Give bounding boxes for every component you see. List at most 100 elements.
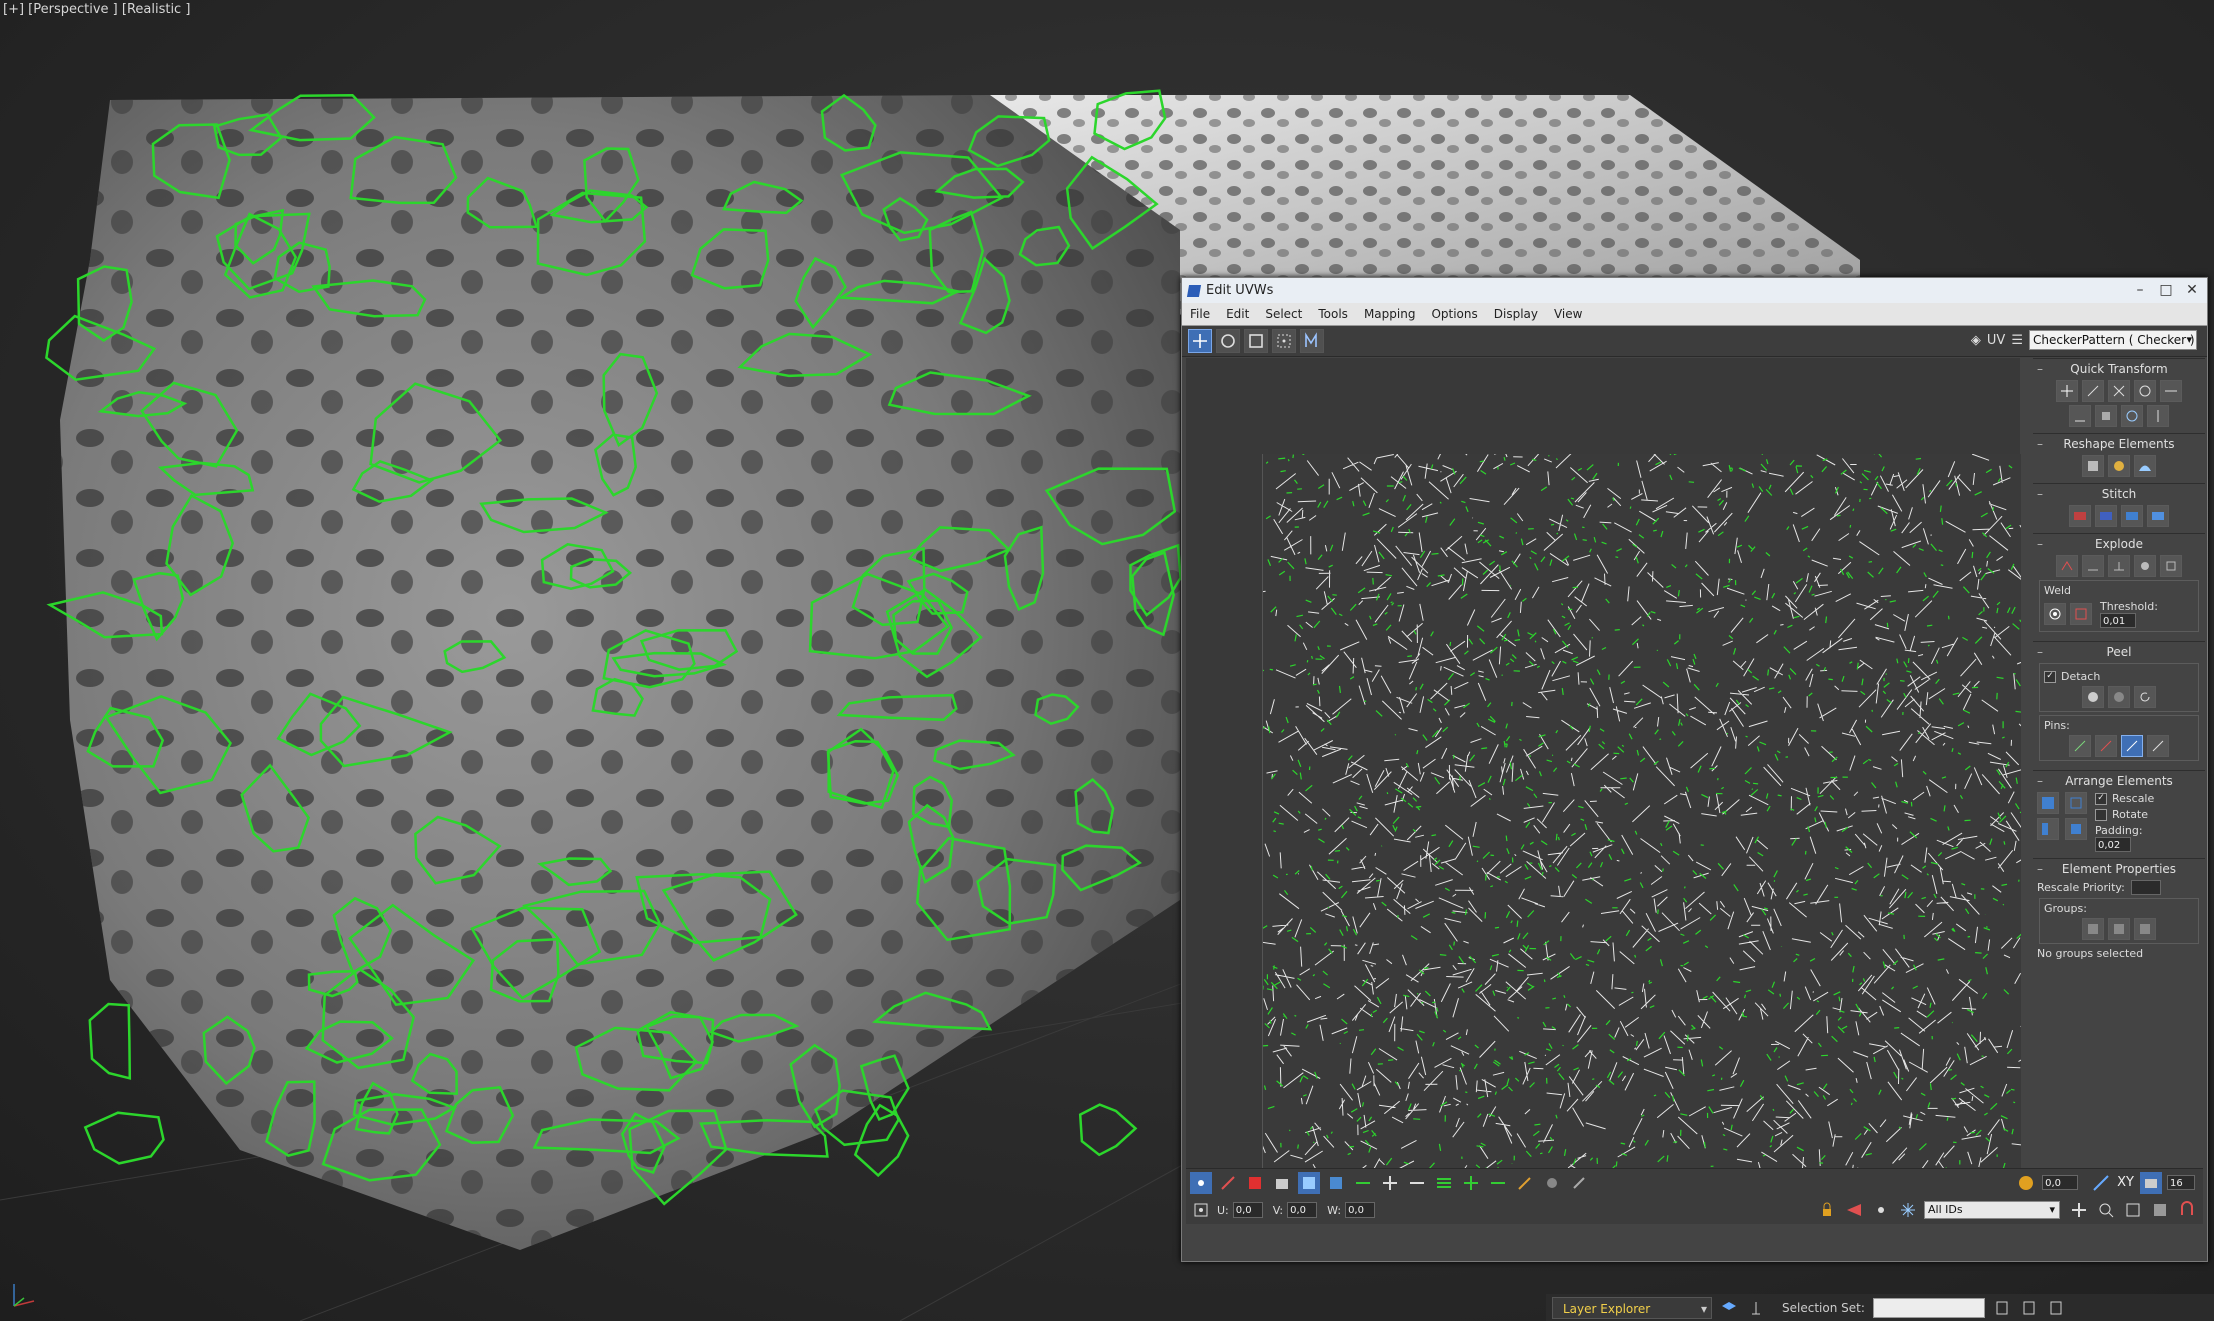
uv-label[interactable]: UV <box>1987 333 2005 348</box>
menu-options[interactable]: Options <box>1423 307 1485 321</box>
pack-custom-icon[interactable] <box>2065 792 2087 814</box>
transform-mode-icon[interactable] <box>1190 1199 1212 1221</box>
box-icon[interactable] <box>2095 405 2117 427</box>
threshold-spinner[interactable]: 0,01 <box>2100 613 2136 628</box>
pack-recenter-icon[interactable] <box>2065 818 2087 840</box>
falloff-icon[interactable] <box>2090 1172 2112 1194</box>
select-inverted-icon[interactable] <box>1325 1172 1347 1194</box>
named-selection-icon[interactable] <box>1991 1297 2013 1319</box>
space-vertical-icon[interactable] <box>2147 405 2169 427</box>
lock-icon[interactable] <box>1816 1199 1838 1221</box>
rollout-title[interactable]: Element Properties <box>2037 861 2201 877</box>
list-icon[interactable]: ☰ <box>2011 333 2023 348</box>
snap-icon[interactable] <box>2176 1199 2198 1221</box>
auto-pin-icon[interactable] <box>2121 735 2143 757</box>
paint-select-icon[interactable] <box>1514 1172 1536 1194</box>
rescale-checkbox[interactable]: ✓ <box>2095 792 2107 805</box>
grid-value[interactable]: 16 <box>2167 1175 2195 1190</box>
shrink-icon[interactable] <box>1406 1172 1428 1194</box>
grow-selection-icon[interactable] <box>1352 1172 1374 1194</box>
rescale-priority-spinner[interactable] <box>2130 880 2161 895</box>
v-field[interactable]: 0,0 <box>1287 1202 1318 1218</box>
expand-icon[interactable] <box>1379 1172 1401 1194</box>
select-by-element-icon[interactable] <box>1298 1171 1320 1194</box>
checker-icon[interactable]: ◈ <box>1971 333 1981 348</box>
checker-pattern-dropdown[interactable]: CheckerPattern ( Checker ) <box>2029 330 2197 350</box>
weld-target-icon[interactable] <box>2044 603 2066 625</box>
copy-selection-icon[interactable] <box>2045 1297 2067 1319</box>
xy-label[interactable]: XY <box>2117 1175 2134 1190</box>
break-icon[interactable] <box>2056 555 2078 577</box>
rollout-title[interactable]: Arrange Elements <box>2037 773 2201 789</box>
rollout-title[interactable]: Peel <box>2037 644 2201 660</box>
stitch-source-icon[interactable] <box>2095 505 2117 527</box>
edit-uvws-window[interactable]: Edit UVWs – □ ✕ File Edit Select Tools M… <box>1181 277 2208 1262</box>
snowflake-icon[interactable] <box>1897 1199 1919 1221</box>
loop-grow-icon[interactable] <box>1460 1172 1482 1194</box>
explode-sphere-icon[interactable] <box>2134 555 2156 577</box>
straighten-selection-icon[interactable] <box>2082 455 2104 477</box>
move-tool-button[interactable] <box>1188 329 1212 353</box>
flatten-icon[interactable] <box>2108 555 2130 577</box>
maximize-button[interactable]: □ <box>2155 280 2177 300</box>
window-titlebar[interactable]: Edit UVWs – □ ✕ <box>1182 278 2207 303</box>
unpin-icon[interactable] <box>2095 735 2117 757</box>
menu-mapping[interactable]: Mapping <box>1356 307 1424 321</box>
rotate-checkbox[interactable] <box>2095 808 2107 821</box>
stitch-average-icon[interactable] <box>2069 505 2091 527</box>
brush-grow-icon[interactable] <box>1541 1172 1563 1194</box>
element-mode-icon[interactable] <box>1271 1172 1293 1194</box>
flip-icon[interactable] <box>2069 405 2091 427</box>
scale-tool-button[interactable] <box>1244 329 1268 353</box>
freeze-icon[interactable] <box>1870 1199 1892 1221</box>
mirror-tool-button[interactable] <box>1300 329 1324 353</box>
rotate-neg-icon[interactable] <box>2121 405 2143 427</box>
rotate-tool-button[interactable] <box>1216 329 1240 353</box>
rollout-title[interactable]: Quick Transform <box>2037 361 2201 377</box>
pin-icon[interactable] <box>2069 735 2091 757</box>
menu-file[interactable]: File <box>1182 307 1218 321</box>
relax-until-flat-icon[interactable] <box>2134 455 2156 477</box>
close-button[interactable]: ✕ <box>2181 280 2203 300</box>
zoom-region-icon[interactable] <box>2122 1199 2144 1221</box>
pack-normalize-icon[interactable] <box>2037 792 2059 814</box>
group-remove-icon[interactable] <box>2134 918 2156 940</box>
freeform-tool-button[interactable] <box>1272 329 1296 353</box>
pivot-icon[interactable] <box>2056 380 2078 402</box>
layers-icon[interactable] <box>1718 1297 1740 1319</box>
loop-shrink-icon[interactable] <box>1487 1172 1509 1194</box>
layer-explorer-dropdown[interactable]: Layer Explorer <box>1552 1296 1712 1320</box>
soft-select-icon[interactable] <box>2015 1172 2037 1194</box>
edge-mode-icon[interactable] <box>1217 1172 1239 1194</box>
menu-view[interactable]: View <box>1546 307 1590 321</box>
quick-peel-icon[interactable] <box>2082 686 2104 708</box>
peel-mode-icon[interactable] <box>2108 686 2130 708</box>
detach-edge-icon[interactable] <box>2082 555 2104 577</box>
material-ids-dropdown[interactable]: All IDs <box>1924 1201 2060 1219</box>
group-add-icon[interactable] <box>2108 918 2130 940</box>
padding-spinner[interactable]: 0,02 <box>2095 837 2131 852</box>
rollout-title[interactable]: Stitch <box>2037 486 2201 502</box>
hide-icon[interactable] <box>1843 1199 1865 1221</box>
stitch-custom-icon[interactable] <box>2147 505 2169 527</box>
menu-tools[interactable]: Tools <box>1310 307 1356 321</box>
grid-snap-icon[interactable] <box>2140 1171 2162 1194</box>
stitch-target-icon[interactable] <box>2121 505 2143 527</box>
uv-layout-mesh[interactable] <box>1249 436 2036 1202</box>
rollout-title[interactable]: Reshape Elements <box>2037 436 2201 452</box>
w-field[interactable]: 0,0 <box>1345 1202 1376 1218</box>
pan-icon[interactable] <box>2068 1199 2090 1221</box>
menu-select[interactable]: Select <box>1257 307 1310 321</box>
vertex-mode-icon[interactable] <box>1190 1171 1212 1194</box>
menu-display[interactable]: Display <box>1486 307 1546 321</box>
edit-selection-icon[interactable] <box>2018 1297 2040 1319</box>
minimize-button[interactable]: – <box>2129 280 2151 300</box>
explode-box-icon[interactable] <box>2160 555 2182 577</box>
select-pins-icon[interactable] <box>2147 735 2169 757</box>
space-horizontal-icon[interactable] <box>2160 380 2182 402</box>
viewport-label[interactable]: [+] [Perspective ] [Realistic ] <box>3 2 190 17</box>
hierarchy-icon[interactable] <box>1745 1297 1767 1319</box>
u-field[interactable]: 0,0 <box>1232 1202 1263 1218</box>
selection-set-dropdown[interactable] <box>1872 1297 1985 1318</box>
detach-checkbox[interactable]: ✓ <box>2044 670 2056 683</box>
